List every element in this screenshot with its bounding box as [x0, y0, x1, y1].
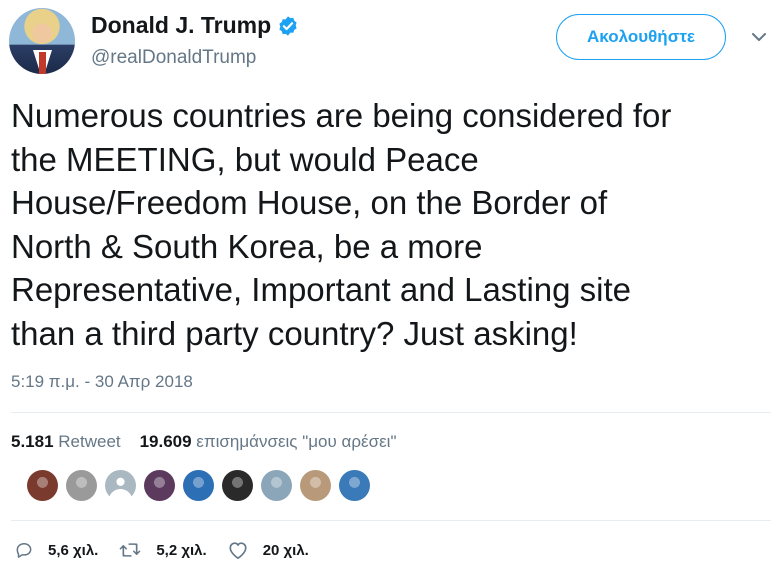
- reply-count: 5,6 χιλ.: [48, 541, 99, 559]
- like-action[interactable]: 20 χιλ.: [227, 540, 309, 560]
- user-handle[interactable]: @realDonaldTrump: [91, 47, 256, 69]
- like-count: 20 χιλ.: [262, 541, 309, 559]
- user-name-row[interactable]: Donald J. Trump: [91, 12, 299, 39]
- divider: [11, 412, 771, 413]
- engagement-stats: 5.181 Retweet 19.609 επισημάνσεις "μου α…: [11, 432, 396, 452]
- verified-badge-icon: [279, 15, 297, 36]
- retweets-label: Retweet: [58, 432, 121, 451]
- default-avatar-icon[interactable]: [105, 470, 136, 501]
- tweet-line: than a third party country? Just asking!: [11, 314, 578, 352]
- likes-label: επισημάνσεις "μου αρέσει": [196, 432, 397, 451]
- liker-avatar[interactable]: [222, 470, 253, 501]
- retweet-action[interactable]: 5,2 χιλ.: [118, 540, 207, 560]
- likes-count: 19.609: [139, 432, 192, 451]
- divider: [11, 520, 771, 521]
- liker-avatar[interactable]: [144, 470, 175, 501]
- tweet-text: Numerous countries are being considered …: [11, 94, 776, 355]
- tweet-line: the MEETING, but would Peace: [11, 140, 479, 178]
- tweet-line: North & South Korea, be a more: [11, 227, 483, 265]
- reply-action[interactable]: 5,6 χιλ.: [14, 540, 98, 560]
- liker-avatar[interactable]: [27, 470, 58, 501]
- tweet-line: Numerous countries are being considered …: [11, 97, 672, 134]
- reply-icon: [16, 543, 32, 558]
- retweet-count: 5,2 χιλ.: [156, 541, 207, 559]
- liker-avatar[interactable]: [66, 470, 97, 501]
- tweet-line: House/Freedom House, on the Border of: [11, 184, 608, 221]
- follow-button[interactable]: Ακολουθήστε: [556, 14, 726, 60]
- liker-avatar[interactable]: [261, 470, 292, 501]
- heart-icon: [229, 542, 247, 559]
- display-name[interactable]: Donald J. Trump: [91, 12, 271, 39]
- tweet-actions: 5,6 χιλ. 5,2 χιλ. 20 χιλ.: [14, 540, 329, 560]
- liker-avatar[interactable]: [183, 470, 214, 501]
- liker-avatar[interactable]: [339, 470, 370, 501]
- profile-avatar[interactable]: [9, 8, 75, 74]
- tweet-line: Representative, Important and Lasting si…: [11, 271, 632, 308]
- retweet-icon: [120, 543, 141, 557]
- retweets-count: 5.181: [11, 432, 54, 451]
- retweet-stat[interactable]: 5.181 Retweet: [11, 432, 121, 451]
- liker-avatars: [27, 470, 378, 501]
- liker-avatar[interactable]: [300, 470, 331, 501]
- tweet-timestamp[interactable]: 5:19 π.μ. - 30 Απρ 2018: [11, 372, 193, 392]
- likes-stat[interactable]: 19.609 επισημάνσεις "μου αρέσει": [140, 432, 397, 451]
- avatar-tie: [39, 52, 46, 74]
- chevron-down-icon[interactable]: [750, 28, 768, 46]
